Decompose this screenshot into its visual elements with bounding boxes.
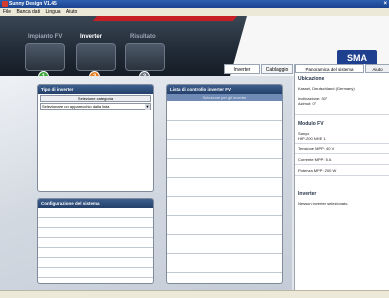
table-row (38, 218, 153, 228)
overview-panel: Panoramica del sistema Aiuto Ubicazione … (294, 64, 389, 290)
list-item[interactable] (167, 197, 282, 216)
app-window: Sunny Design V1.45 × File Banca dati Lin… (0, 0, 389, 298)
table-row (38, 248, 153, 258)
selezione-categoria-button[interactable]: Selezione categoria (40, 95, 151, 102)
location-text: Kassel, Deutschland (Germany) (298, 86, 355, 91)
list-item[interactable] (167, 235, 282, 254)
inverter-icon[interactable] (76, 43, 116, 71)
list-item[interactable] (167, 121, 282, 140)
app-icon (2, 1, 8, 7)
module-model: HIP-200 NHE 1 (298, 136, 326, 141)
table-row (38, 268, 153, 278)
mpp-voltage: Tensione MPP: 40 V (298, 146, 335, 151)
divider (295, 164, 389, 165)
panel-lista-controllo: Lista di controllo inverter FV Selezione… (166, 84, 283, 284)
tab-panoramica[interactable]: Panoramica del sistema (295, 64, 364, 73)
azimuth-text: Azimut: 0° (298, 101, 317, 106)
divider (295, 175, 389, 176)
tab-aiuto[interactable]: Aiuto (365, 64, 389, 73)
table-row (38, 258, 153, 268)
tab-inverter-sub[interactable]: Inverter (224, 64, 260, 74)
section-ubicazione: Ubicazione (298, 76, 325, 82)
panel-title: Configurazione del sistema (38, 199, 153, 208)
tab-inverter[interactable]: Inverter (80, 34, 102, 40)
menu-bar: File Banca dati Lingua Aiuto (0, 8, 389, 16)
menu-file[interactable]: File (3, 9, 11, 15)
panel-title: Tipo di inverter (38, 85, 153, 94)
table-row (38, 228, 153, 238)
title-bar: Sunny Design V1.45 × (0, 0, 389, 8)
inverter-status: Nessun inverter selezionato. (298, 201, 349, 206)
list-item[interactable] (167, 159, 282, 178)
list-item[interactable] (167, 254, 282, 273)
panel-tipo-inverter: Tipo di inverter Selezione categoria Sel… (37, 84, 154, 192)
config-grid (38, 208, 153, 278)
status-bar (0, 290, 389, 298)
inverter-select[interactable]: Selezionare un apparecchio dalla lista ▼ (40, 103, 151, 110)
mpp-power: Potenza MPP: 200 W (298, 168, 337, 173)
list-item[interactable] (167, 102, 282, 121)
list-item[interactable] (167, 140, 282, 159)
menu-aiuto[interactable]: Aiuto (66, 9, 77, 15)
close-icon[interactable]: × (383, 0, 387, 8)
pv-module-icon[interactable] (25, 43, 65, 71)
tab-cablaggio[interactable]: Cablaggio (261, 64, 293, 74)
list-item[interactable] (167, 216, 282, 235)
table-row (38, 208, 153, 218)
section-modulo-fv: Modulo FV (298, 121, 324, 127)
section-inverter: Inverter (298, 191, 317, 197)
list-header: Selezione per gli inverter (167, 94, 282, 101)
inverter-select-value: Selezionare un apparecchio dalla lista (42, 104, 110, 109)
mpp-current: Corrente MPP: 5 A (298, 157, 332, 162)
decorative-stripe (92, 16, 238, 21)
table-row (38, 238, 153, 248)
panel-configurazione: Configurazione del sistema (37, 198, 154, 284)
tab-risultato[interactable]: Risultato (130, 34, 156, 40)
divider (295, 143, 389, 144)
divider (295, 153, 389, 154)
menu-banca-dati[interactable]: Banca dati (16, 9, 40, 15)
menu-lingua[interactable]: Lingua (45, 9, 60, 15)
divider (295, 114, 389, 115)
tab-impianto-fv[interactable]: Impianto FV (28, 34, 62, 40)
list-item[interactable] (167, 178, 282, 197)
window-title: Sunny Design V1.45 (9, 1, 57, 7)
inverter-list (167, 102, 282, 273)
chevron-down-icon: ▼ (145, 104, 150, 110)
panel-title: Lista di controllo inverter FV (167, 85, 282, 94)
result-icon[interactable] (125, 43, 165, 71)
